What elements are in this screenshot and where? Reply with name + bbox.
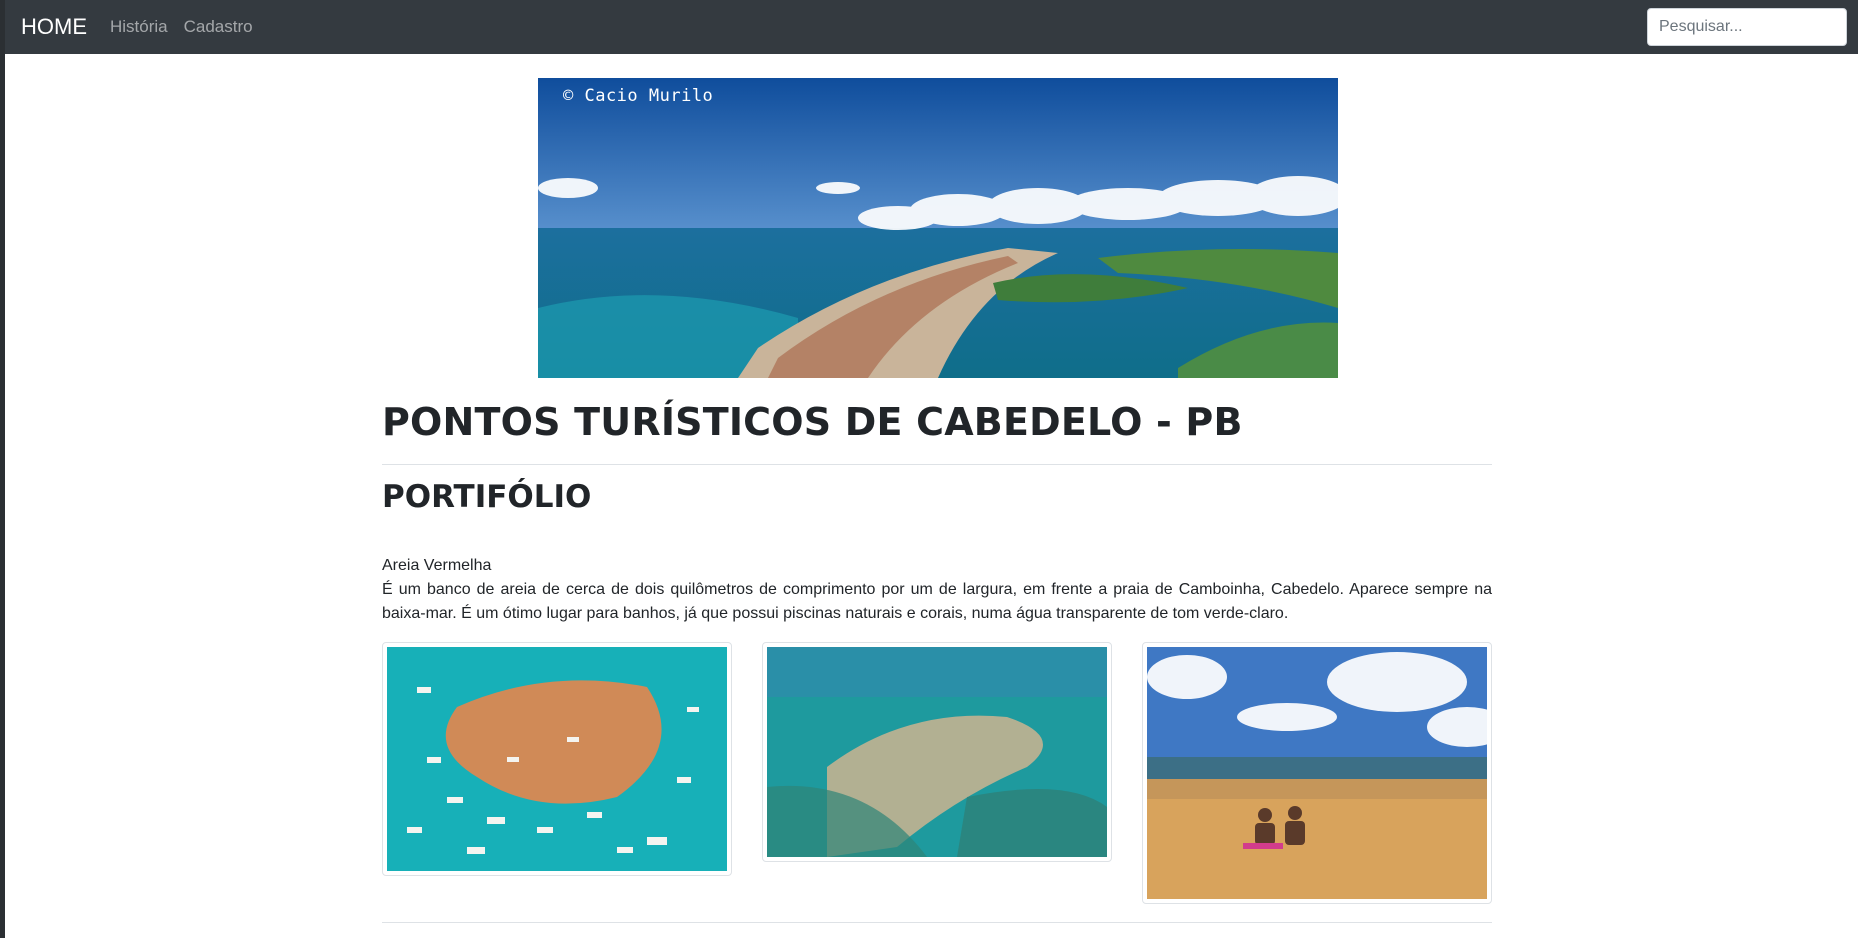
photo-credit: © Cacio Murilo <box>563 86 714 106</box>
gallery-photo-3[interactable] <box>1142 642 1492 904</box>
page-frame: HOME História Cadastro Pesquisar... © Ca… <box>5 0 1858 938</box>
title-divider <box>382 463 1492 465</box>
bottom-divider <box>382 922 1492 923</box>
section-heading: PORTIFÓLIO <box>382 478 592 515</box>
hero-banner-image: © Cacio Murilo <box>538 78 1338 378</box>
aerial-reef-photo <box>767 647 1107 857</box>
couple-on-beach-photo <box>1147 647 1487 899</box>
item-name: Areia Vermelha <box>382 556 492 574</box>
gallery-photo-1[interactable] <box>382 642 732 876</box>
top-navbar: HOME História Cadastro <box>5 0 1858 54</box>
search-input[interactable] <box>1647 8 1847 46</box>
aerial-coast-photo <box>538 78 1338 378</box>
nav-link-cadastro[interactable]: Cadastro <box>184 0 253 54</box>
gallery-photo-2[interactable] <box>762 642 1112 862</box>
home-link[interactable]: HOME <box>21 0 87 54</box>
main-content: PONTOS TURÍSTICOS DE CABEDELO - PB PORTI… <box>382 400 1492 627</box>
item-description: É um banco de areia de cerca de dois qui… <box>382 580 1492 623</box>
boats-on-sandbank-photo <box>387 647 727 871</box>
page-title: PONTOS TURÍSTICOS DE CABEDELO - PB <box>382 400 1243 444</box>
nav-link-historia[interactable]: História <box>110 0 168 54</box>
